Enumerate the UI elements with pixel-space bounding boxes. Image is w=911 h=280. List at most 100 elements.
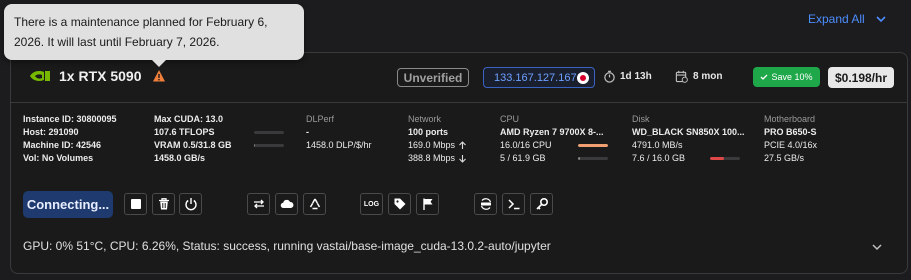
flag-icon	[422, 198, 432, 210]
power-icon	[184, 198, 197, 211]
motherboard-model: PRO B650-S	[764, 127, 817, 137]
report-button[interactable]	[416, 193, 439, 215]
disk-model: WD_BLACK SN850X 100...	[632, 127, 745, 137]
label-button[interactable]	[388, 193, 411, 215]
max-duration: 8 mon	[675, 70, 722, 83]
disk-usage-row: 7.6 / 16.0 GB	[632, 152, 745, 165]
uptime: 1d 13h	[603, 70, 652, 83]
stop-button[interactable]	[124, 193, 147, 215]
japan-flag-icon	[577, 72, 589, 84]
key-icon	[535, 197, 548, 210]
trash-icon	[158, 198, 169, 210]
max-duration-value: 8 mon	[693, 71, 723, 82]
expand-all-label: Expand All	[808, 12, 865, 26]
cpu-cores-row: 16.0/16 CPU	[500, 139, 608, 152]
network-heading: Network	[408, 114, 442, 124]
expand-card-chevron-icon[interactable]	[871, 241, 883, 253]
calendar-clock-icon	[675, 70, 688, 83]
cpu-ram: 5 / 61.9 GB	[500, 153, 546, 163]
disk-usage: 7.6 / 16.0 GB	[632, 153, 686, 163]
delete-button[interactable]	[152, 193, 175, 215]
dlperf-heading: DLPerf	[306, 114, 335, 124]
card-header: 1x RTX 5090 Unverified 133.167.127.167 1…	[11, 53, 907, 103]
cpu-heading: CPU	[500, 114, 520, 124]
tflops-row: 107.6 TFLOPS	[154, 126, 284, 139]
cpu-ram-bar	[578, 157, 608, 160]
stopwatch-icon	[604, 70, 615, 83]
ip-address: 133.167.127.167	[494, 71, 577, 84]
pcie-info: PCIE 4.0/16x	[764, 140, 818, 150]
warning-icon[interactable]	[152, 69, 166, 83]
swap-arrows-icon	[253, 199, 264, 209]
stop-icon	[130, 199, 141, 209]
network-ports: 100 ports	[408, 127, 449, 137]
rent-price-button[interactable]: $0.198/hr	[828, 67, 894, 88]
gpu-name: 1x RTX 5090	[59, 68, 142, 84]
check-icon	[761, 74, 768, 80]
gpu-title: 1x RTX 5090	[29, 68, 166, 84]
uptime-value: 1d 13h	[620, 71, 652, 82]
dlperf-info: DLPerf - 1458.0 DLP/$/hr	[306, 113, 372, 152]
logs-button[interactable]: LOG	[360, 193, 383, 215]
network-info: Network 100 ports 169.0 Mbps 388.8 Mbps	[408, 113, 467, 165]
download-row: 388.8 Mbps	[408, 152, 467, 165]
instance-info: Instance ID: 30800095 Host: 291090 Machi…	[23, 113, 117, 165]
volume-info: Vol: No Volumes	[23, 153, 94, 163]
save-badge: Save 10%	[753, 67, 820, 87]
vram-bar	[254, 144, 284, 147]
recycle-button[interactable]	[303, 193, 326, 215]
cpu-cores-bar	[578, 144, 608, 147]
instance-card: 1x RTX 5090 Unverified 133.167.127.167 1…	[10, 52, 908, 274]
verification-badge: Unverified	[397, 68, 469, 87]
refresh-badge-icon	[480, 198, 491, 210]
power-button[interactable]	[179, 193, 202, 215]
max-cuda: Max CUDA: 13.0	[154, 114, 224, 124]
dlperf-per-dollar: 1458.0 DLP/$/hr	[306, 140, 372, 150]
instance-id: Instance ID: 30800095	[23, 114, 117, 124]
cpu-ram-row: 5 / 61.9 GB	[500, 152, 608, 165]
vast-cli-button[interactable]	[474, 193, 497, 215]
disk-info: Disk WD_BLACK SN850X 100... 4791.0 MB/s …	[632, 113, 745, 165]
tag-icon	[394, 198, 405, 210]
upload-speed: 169.0 Mbps	[408, 140, 456, 150]
ssh-key-button[interactable]	[530, 193, 553, 215]
tflops: 107.6 TFLOPS	[154, 127, 215, 137]
cpu-cores-bar-fill	[578, 144, 608, 147]
tflops-bar	[254, 131, 284, 134]
maintenance-tooltip: There is a maintenance planned for Febru…	[4, 4, 304, 67]
instance-status: GPU: 0% 51°C, CPU: 6.26%, Status: succes…	[23, 239, 551, 253]
cpu-ram-bar-fill	[578, 157, 581, 160]
dlperf-value: -	[306, 127, 309, 137]
cloud-sync-button[interactable]	[275, 193, 298, 215]
expand-all-button[interactable]: Expand All	[808, 12, 887, 26]
pcie-speed: 27.5 GB/s	[764, 153, 805, 163]
cpu-model: AMD Ryzen 7 9700X 8-...	[500, 127, 604, 137]
cloud-icon	[280, 199, 293, 209]
nvidia-logo-icon	[30, 71, 50, 81]
chevron-down-icon	[876, 16, 886, 23]
disk-speed: 4791.0 MB/s	[632, 140, 683, 150]
terminal-button[interactable]	[502, 193, 525, 215]
gpu-bandwidth: 1458.0 GB/s	[154, 153, 206, 163]
terminal-icon	[507, 199, 519, 210]
host-id: Host: 291090	[23, 127, 79, 137]
machine-id: Machine ID: 42546	[23, 140, 102, 150]
vram-row: VRAM 0.5/31.8 GB	[154, 139, 284, 152]
upload-row: 169.0 Mbps	[408, 139, 467, 152]
cpu-cores: 16.0/16 CPU	[500, 140, 552, 150]
vram: VRAM 0.5/31.8 GB	[154, 140, 232, 150]
download-speed: 388.8 Mbps	[408, 153, 456, 163]
logs-label: LOG	[363, 200, 380, 208]
arrow-down-icon	[459, 155, 466, 163]
motherboard-heading: Motherboard	[764, 114, 816, 124]
disk-usage-bar	[710, 157, 740, 160]
recycle-icon	[309, 198, 320, 210]
motherboard-info: Motherboard PRO B650-S PCIE 4.0/16x 27.5…	[764, 113, 817, 165]
disk-heading: Disk	[632, 114, 650, 124]
transfer-button[interactable]	[247, 193, 270, 215]
compute-info: Max CUDA: 13.0 107.6 TFLOPS VRAM 0.5/31.…	[154, 113, 284, 165]
connect-button[interactable]: Connecting...	[23, 191, 113, 218]
disk-usage-bar-fill	[710, 157, 725, 160]
cpu-info: CPU AMD Ryzen 7 9700X 8-... 16.0/16 CPU …	[500, 113, 608, 165]
ip-address-badge[interactable]: 133.167.127.167	[483, 67, 595, 88]
